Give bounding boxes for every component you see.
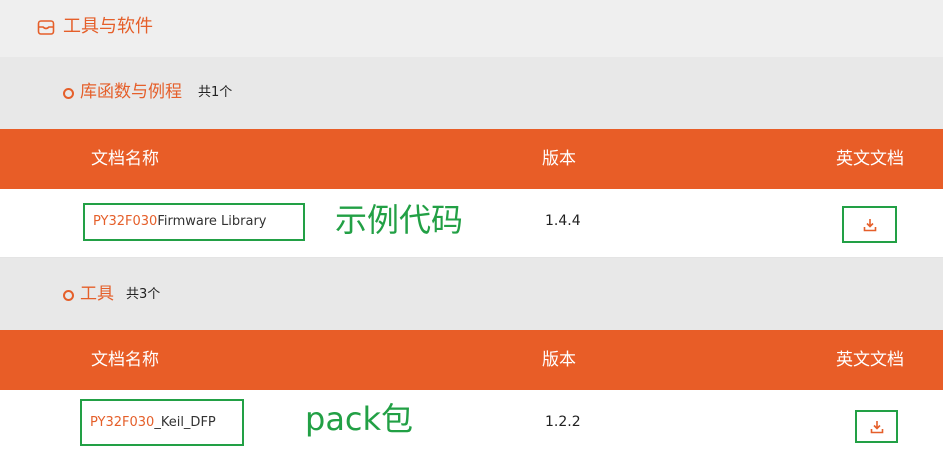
column-english-doc: 英文文档 bbox=[836, 350, 904, 370]
section-count: 共3个 bbox=[126, 287, 161, 302]
annotation-label: pack包 bbox=[305, 400, 414, 438]
tools-software-header: 工具与软件 bbox=[0, 0, 943, 57]
download-button[interactable] bbox=[855, 410, 898, 443]
box-icon bbox=[37, 20, 55, 35]
table-row: PY32F030 Firmware Library 示例代码 1.4.4 bbox=[0, 189, 943, 258]
table-header: 文档名称 版本 英文文档 bbox=[0, 129, 943, 189]
download-icon bbox=[863, 218, 876, 231]
doc-name-rest: _Keil_DFP bbox=[154, 414, 216, 430]
bullet-icon bbox=[63, 290, 74, 301]
doc-name-prefix: PY32F030 bbox=[93, 214, 158, 229]
document-link[interactable]: PY32F030 _Keil_DFP bbox=[80, 399, 244, 446]
column-version: 版本 bbox=[542, 149, 576, 169]
annotation-label: 示例代码 bbox=[335, 201, 464, 239]
column-english-doc: 英文文档 bbox=[836, 149, 904, 169]
column-doc-name: 文档名称 bbox=[91, 350, 159, 370]
document-link[interactable]: PY32F030 Firmware Library bbox=[83, 203, 305, 241]
section-header-tools: 工具 共3个 bbox=[0, 258, 943, 330]
doc-name-prefix: PY32F030 bbox=[90, 414, 155, 430]
download-button[interactable] bbox=[842, 206, 897, 243]
bullet-icon bbox=[63, 88, 74, 99]
section-title[interactable]: 工具 bbox=[80, 283, 114, 305]
section-header-library: 库函数与例程 共1个 bbox=[0, 57, 943, 129]
table-header: 文档名称 版本 英文文档 bbox=[0, 330, 943, 390]
doc-name-rest: Firmware Library bbox=[157, 214, 267, 229]
version-value: 1.4.4 bbox=[545, 213, 581, 229]
column-doc-name: 文档名称 bbox=[91, 149, 159, 169]
section-title[interactable]: 库函数与例程 bbox=[80, 81, 182, 103]
section-count: 共1个 bbox=[198, 85, 233, 100]
column-version: 版本 bbox=[542, 350, 576, 370]
table-row: PY32F030 _Keil_DFP pack包 1.2.2 bbox=[0, 390, 943, 455]
version-value: 1.2.2 bbox=[545, 414, 581, 430]
download-icon bbox=[870, 420, 883, 433]
page-title: 工具与软件 bbox=[63, 16, 153, 37]
